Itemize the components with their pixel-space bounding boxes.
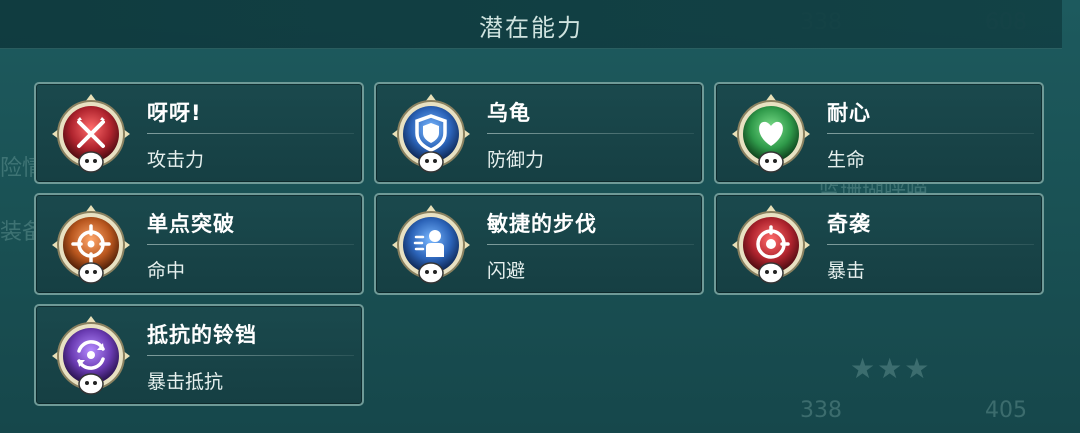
ability-card-attack[interactable]: 呀呀! 攻击力 bbox=[34, 82, 364, 184]
ability-card-accuracy[interactable]: 单点突破 命中 bbox=[34, 193, 364, 295]
ability-stat: 暴击抵抗 bbox=[147, 371, 224, 393]
ability-name: 耐心 bbox=[827, 101, 871, 125]
ability-stat: 生命 bbox=[827, 149, 866, 171]
divider bbox=[147, 244, 354, 245]
divider bbox=[827, 133, 1034, 134]
ability-grid: 呀呀! 攻击力 乌龟 防御力 耐心 生命 单点突破 命中 敏捷的步伐 闪避 奇袭… bbox=[34, 82, 1048, 406]
ability-stat: 暴击 bbox=[827, 260, 866, 282]
ability-name: 敏捷的步伐 bbox=[487, 212, 597, 236]
ability-card-defense[interactable]: 乌龟 防御力 bbox=[374, 82, 704, 184]
ability-name: 乌龟 bbox=[487, 101, 531, 125]
divider bbox=[487, 133, 694, 134]
ability-stat: 防御力 bbox=[487, 149, 545, 171]
crosshair-icon bbox=[50, 203, 132, 289]
divider bbox=[487, 244, 694, 245]
divider bbox=[827, 244, 1034, 245]
ability-card-crit-resist[interactable]: 抵抗的铃铛 暴击抵抗 bbox=[34, 304, 364, 406]
ability-name: 呀呀! bbox=[147, 101, 202, 125]
ability-name: 抵抗的铃铛 bbox=[147, 323, 257, 347]
critical-target-icon bbox=[730, 203, 812, 289]
heart-icon bbox=[730, 92, 812, 178]
panel-header: 潜在能力 bbox=[0, 0, 1062, 49]
dodge-figure-icon bbox=[390, 203, 472, 289]
ability-stat: 攻击力 bbox=[147, 149, 205, 171]
ability-name: 单点突破 bbox=[147, 212, 235, 236]
crossed-swords-icon bbox=[50, 92, 132, 178]
ability-card-hp[interactable]: 耐心 生命 bbox=[714, 82, 1044, 184]
resist-cycle-icon bbox=[50, 314, 132, 400]
ability-card-evasion[interactable]: 敏捷的步伐 闪避 bbox=[374, 193, 704, 295]
shield-icon bbox=[390, 92, 472, 178]
ability-name: 奇袭 bbox=[827, 212, 871, 236]
ability-stat: 命中 bbox=[147, 260, 186, 282]
ability-card-critical[interactable]: 奇袭 暴击 bbox=[714, 193, 1044, 295]
page-title: 潜在能力 bbox=[479, 14, 583, 42]
ability-stat: 闪避 bbox=[487, 260, 526, 282]
divider bbox=[147, 133, 354, 134]
divider bbox=[147, 355, 354, 356]
